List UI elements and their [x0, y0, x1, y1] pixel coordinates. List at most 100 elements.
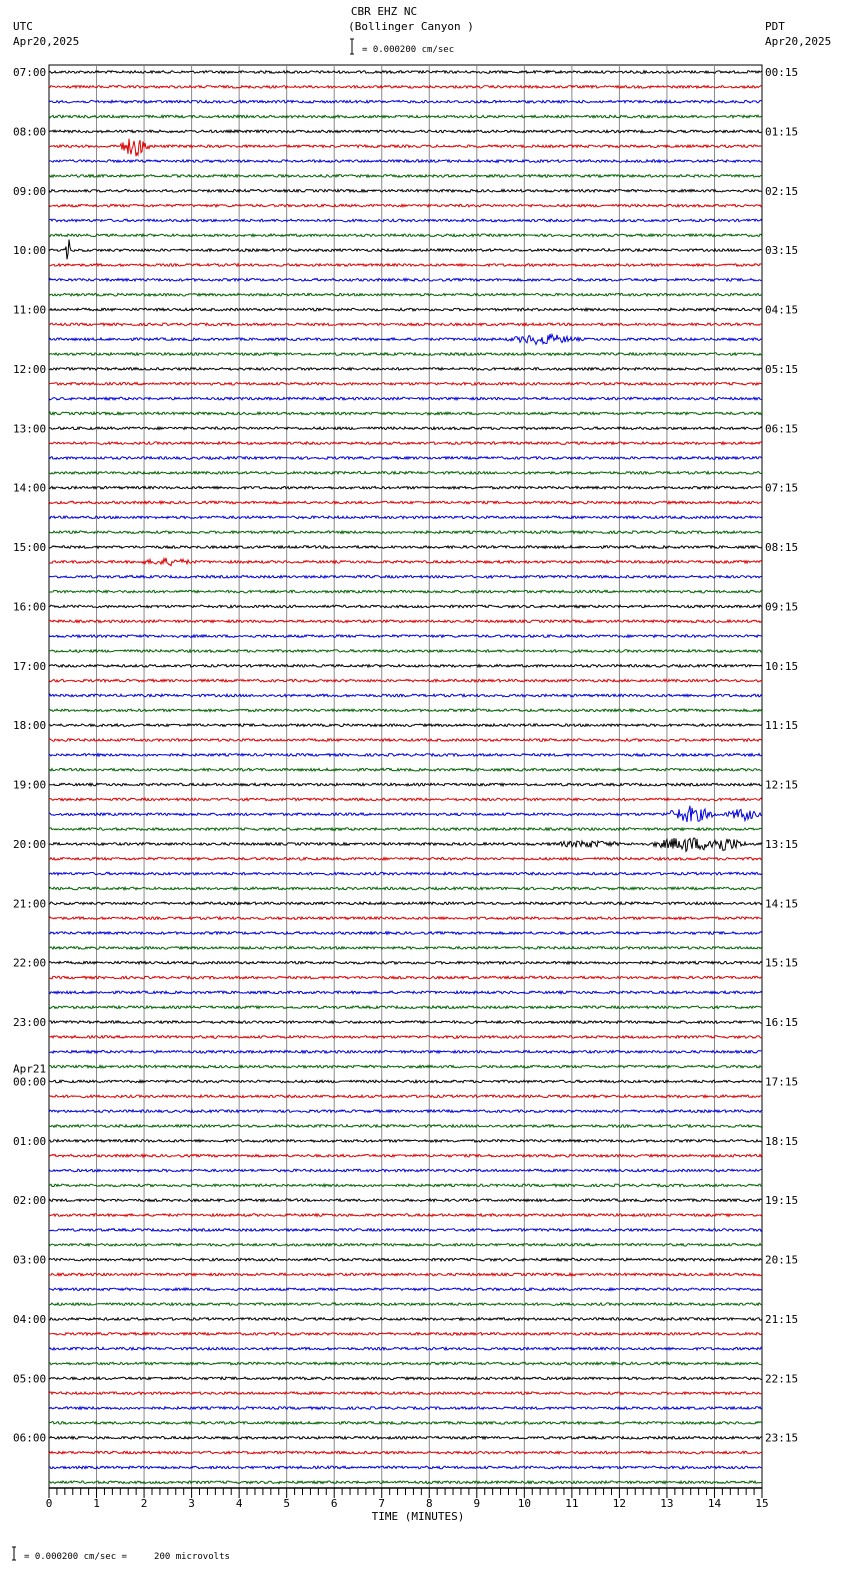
pdt-hour-label: 00:15: [765, 66, 798, 79]
seismic-trace: [48, 1360, 763, 1367]
seismic-trace: [48, 1242, 762, 1248]
seismic-trace: [49, 306, 763, 313]
pdt-hour-label: 04:15: [765, 304, 798, 317]
pdt-hour-label: 19:15: [765, 1194, 798, 1207]
seismic-trace: [48, 1390, 763, 1396]
pdt-hour-label: 13:15: [765, 838, 798, 851]
utc-hour-label: 22:00: [13, 957, 46, 970]
seismic-trace: [48, 1271, 763, 1277]
seismic-trace: [48, 1257, 763, 1262]
seismic-trace: [48, 603, 763, 609]
pdt-hour-label: 06:15: [765, 422, 798, 435]
seismic-trace: [48, 915, 763, 921]
seismic-trace: [49, 722, 763, 728]
utc-hour-label: 20:00: [13, 838, 46, 851]
x-tick-label: 3: [188, 1497, 195, 1510]
pdt-hour-label: 01:15: [765, 125, 798, 138]
seismic-trace: [48, 648, 763, 654]
seismic-trace: [48, 366, 763, 372]
seismic-trace: [48, 1331, 763, 1337]
traces: [48, 69, 763, 1485]
seismic-trace: [48, 84, 763, 90]
pdt-hour-label: 14:15: [765, 897, 798, 910]
pdt-hour-label: 03:15: [765, 244, 798, 257]
x-tick-label: 10: [518, 1497, 531, 1510]
utc-hour-label: 08:00: [13, 125, 46, 138]
pdt-hour-label: 17:15: [765, 1075, 798, 1088]
utc-hour-label: 05:00: [13, 1372, 46, 1385]
seismic-trace: [48, 1123, 763, 1129]
seismic-trace: [48, 499, 763, 506]
left-date: Apr20,2025: [13, 35, 79, 48]
x-tick-label: 6: [331, 1497, 338, 1510]
pdt-hour-label: 05:15: [765, 363, 798, 376]
seismic-trace: [48, 1346, 763, 1352]
seismic-trace: [48, 128, 763, 134]
seismic-trace: [48, 678, 763, 684]
x-axis-label: TIME (MINUTES): [372, 1510, 465, 1523]
footer-scale-icon: [12, 1546, 16, 1561]
seismic-trace: [48, 544, 763, 550]
seismic-trace: [48, 885, 763, 892]
seismic-trace: [48, 1212, 763, 1218]
utc-hour-label: 12:00: [13, 363, 46, 376]
seismic-trace: [48, 1153, 763, 1159]
utc-hour-label: 06:00: [13, 1432, 46, 1445]
seismic-trace: [48, 514, 763, 520]
seismic-trace: [48, 188, 763, 194]
helicorder-plot: CBR EHZ NC (Bollinger Canyon ) UTC Apr20…: [12, 5, 831, 1562]
seismic-trace: [48, 826, 763, 832]
seismic-trace: [48, 321, 763, 327]
utc-hour-label: 10:00: [13, 244, 46, 257]
seismic-trace: [48, 945, 763, 951]
pdt-hour-label: 15:15: [765, 957, 798, 970]
seismic-trace: [48, 1479, 762, 1485]
right-date: Apr20,2025: [765, 35, 831, 48]
left-timezone: UTC: [13, 20, 33, 33]
seismic-trace: [48, 485, 763, 491]
seismic-trace: [48, 930, 763, 936]
seismic-trace: [48, 277, 763, 283]
seismic-trace: [48, 692, 763, 699]
seismic-trace: [48, 1108, 763, 1114]
seismic-trace: [48, 1138, 763, 1144]
x-tick-label: 14: [708, 1497, 722, 1510]
utc-hour-label: 14:00: [13, 482, 46, 495]
utc-hour-label: 09:00: [13, 185, 46, 198]
seismic-trace: [48, 975, 763, 981]
x-tick-label: 15: [755, 1497, 768, 1510]
location-title: (Bollinger Canyon ): [348, 20, 474, 33]
seismic-trace: [49, 805, 762, 823]
seismic-trace: [48, 1034, 763, 1040]
seismic-trace: [48, 138, 763, 157]
utc-hour-label: 04:00: [13, 1313, 46, 1326]
seismic-trace: [48, 960, 763, 966]
utc-hour-label: 17:00: [13, 660, 46, 673]
x-tick-label: 2: [141, 1497, 148, 1510]
pdt-hour-label: 02:15: [765, 185, 798, 198]
x-tick-label: 0: [46, 1497, 53, 1510]
seismic-trace: [48, 589, 763, 595]
seismic-trace: [48, 618, 763, 624]
seismic-trace: [48, 440, 763, 446]
utc-hour-label: 01:00: [13, 1135, 46, 1148]
seismic-trace: [48, 381, 763, 387]
pdt-hour-label: 09:15: [765, 600, 798, 613]
utc-hour-label: 18:00: [13, 719, 46, 732]
pdt-hour-label: 07:15: [765, 482, 798, 495]
seismic-trace: [48, 856, 763, 862]
seismic-trace: [48, 239, 763, 260]
seismic-trace: [48, 232, 763, 238]
day-change-label: Apr21: [13, 1062, 46, 1075]
x-tick-label: 9: [473, 1497, 480, 1510]
seismic-trace: [48, 1049, 763, 1055]
pdt-hour-label: 10:15: [765, 660, 798, 673]
seismic-trace: [48, 1197, 762, 1203]
seismic-trace: [48, 1301, 763, 1307]
utc-hour-label: 15:00: [13, 541, 46, 554]
seismic-trace: [48, 1078, 763, 1084]
seismic-trace: [48, 470, 763, 476]
seismic-trace: [48, 292, 763, 298]
station-title: CBR EHZ NC: [351, 5, 417, 18]
seismic-trace: [48, 1093, 763, 1099]
